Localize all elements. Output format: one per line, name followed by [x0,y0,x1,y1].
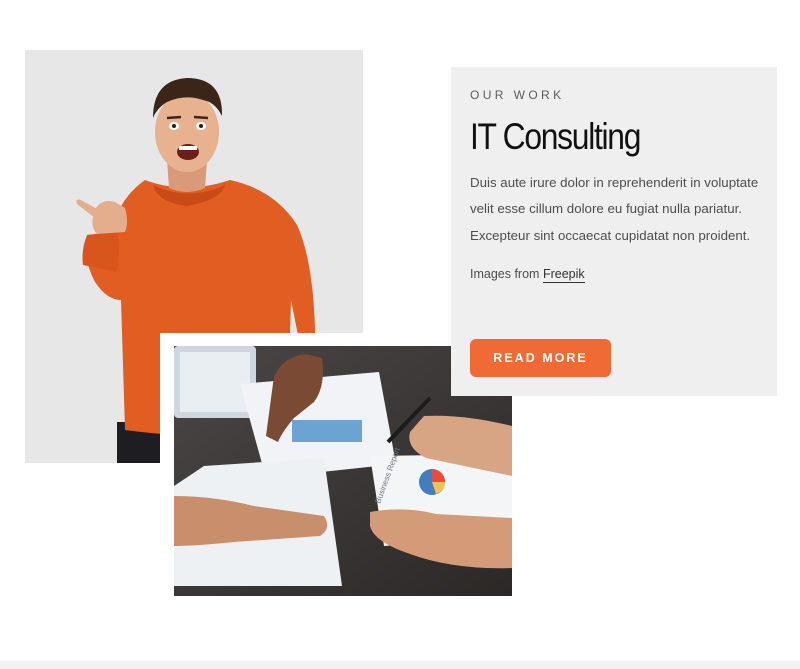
page-bottom-strip [0,661,800,669]
read-more-button[interactable]: READ MORE [470,339,611,377]
description-text: Duis aute irure dolor in reprehenderit i… [470,175,759,243]
credit-prefix: Images from [470,266,540,281]
content-card: OUR WORK IT Consulting Duis aute irure d… [451,67,777,396]
image-credit: Images from Freepik [470,266,757,283]
page-title: IT Consulting [470,116,641,157]
freepik-link[interactable]: Freepik [542,266,585,283]
section-eyebrow: OUR WORK [470,88,565,102]
